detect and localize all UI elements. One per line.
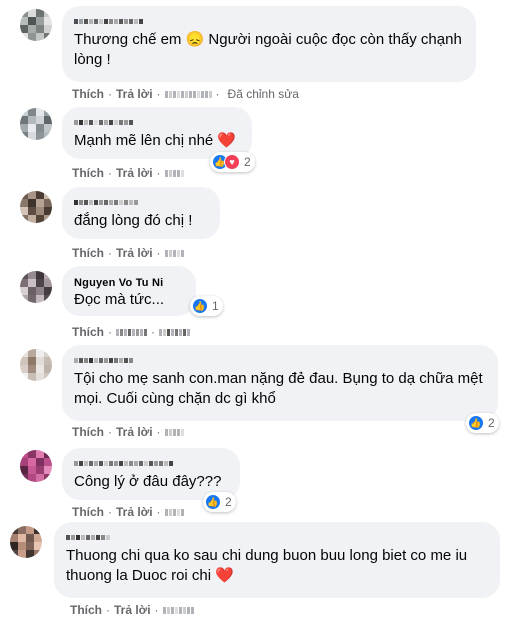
reply-link[interactable]: Trả lời: [116, 166, 153, 180]
comment-author-blurred[interactable]: [74, 455, 228, 469]
comment-text: Công lý ở đâu đây???: [74, 473, 222, 490]
comment-actions: Thích · Trả lời · · Đã chỉnh sửa: [72, 87, 299, 101]
avatar[interactable]: [20, 9, 52, 41]
comment-author-blurred[interactable]: [74, 194, 208, 208]
like-icon: 👍: [205, 494, 221, 510]
timestamp-blurred[interactable]: [164, 170, 184, 178]
like-link[interactable]: Thích: [72, 325, 104, 339]
avatar[interactable]: [20, 271, 52, 303]
reaction-summary[interactable]: 👍 1: [190, 296, 223, 316]
timestamp-blurred[interactable]: [164, 250, 184, 258]
comment-bubble: Thương chế em 😞 Người ngoài cuộc đọc còn…: [62, 6, 476, 82]
heart-emoji: ❤️: [215, 567, 234, 584]
like-icon: 👍: [192, 298, 208, 314]
avatar[interactable]: [20, 450, 52, 482]
love-icon: ♥: [224, 154, 240, 170]
comment-author-blurred[interactable]: [66, 529, 488, 543]
timestamp-blurred[interactable]: [159, 329, 190, 337]
reply-link[interactable]: Trả lời: [116, 505, 153, 519]
comment-bubble: Thuong chi qua ko sau chi dung buon buu …: [54, 522, 500, 598]
reply-link[interactable]: Trả lời: [116, 246, 153, 260]
reaction-count: 2: [225, 495, 232, 509]
timestamp-blurred[interactable]: [162, 607, 194, 615]
like-link[interactable]: Thích: [72, 166, 104, 180]
reply-link[interactable]: Trả lời: [116, 87, 153, 101]
comment-text: Tội cho mẹ sanh con.man nặng đẻ đau. Bụn…: [74, 370, 483, 407]
reply-link[interactable]: Trả lời: [116, 425, 153, 439]
like-link[interactable]: Thích: [70, 603, 102, 617]
like-link[interactable]: Thích: [72, 425, 104, 439]
heart-emoji: ❤️: [217, 132, 237, 149]
comment-text: Mạnh mẽ lên chị nhé ❤️: [74, 132, 237, 149]
like-link[interactable]: Thích: [72, 505, 104, 519]
timestamp-blurred[interactable]: [164, 509, 184, 517]
comment-bubble: Nguyen Vo Tu Ni Đọc mà tức...: [62, 266, 196, 316]
avatar[interactable]: [10, 526, 42, 558]
edited-label[interactable]: Đã chỉnh sửa: [228, 87, 299, 101]
timestamp-blurred[interactable]: [164, 91, 212, 99]
comment-author[interactable]: Nguyen Vo Tu Ni: [74, 273, 184, 289]
comment-author-blurred[interactable]: [74, 114, 240, 128]
comment-text: Thương chế em 😞 Người ngoài cuộc đọc còn…: [74, 31, 462, 68]
reply-blurred[interactable]: [116, 329, 147, 337]
comment-actions: Thích · Trả lời ·: [70, 602, 194, 618]
reaction-count: 1: [212, 299, 219, 313]
like-link[interactable]: Thích: [72, 246, 104, 260]
comment-actions: Thích · ·: [72, 324, 190, 340]
comment-actions: Thích · Trả lời ·: [72, 165, 184, 181]
reaction-count: 2: [244, 155, 251, 169]
like-link[interactable]: Thích: [72, 87, 104, 101]
reaction-summary[interactable]: 👍 ♥ 2: [210, 152, 255, 172]
like-icon: 👍: [468, 415, 484, 431]
comment-author-blurred[interactable]: [74, 13, 464, 27]
reaction-summary[interactable]: 👍 2: [203, 492, 236, 512]
comment-text: Thuong chi qua ko sau chi dung buon buu …: [66, 547, 468, 584]
comment-actions: Thích · Trả lời ·: [72, 245, 184, 261]
comment-actions: Thích · Trả lời ·: [72, 424, 184, 440]
comment-bubble: Tội cho mẹ sanh con.man nặng đẻ đau. Bụn…: [62, 345, 498, 421]
comment-author-blurred[interactable]: [74, 352, 486, 366]
reply-link[interactable]: Trả lời: [114, 603, 151, 617]
timestamp-blurred[interactable]: [164, 429, 184, 437]
comment-actions: Thích · Trả lời ·: [72, 504, 184, 520]
comment-bubble: đắng lòng đó chị !: [62, 187, 220, 239]
reaction-count: 2: [488, 416, 495, 430]
avatar[interactable]: [20, 108, 52, 140]
reaction-summary[interactable]: 👍 2: [466, 413, 499, 433]
comment-text: đắng lòng đó chị !: [74, 212, 193, 229]
avatar[interactable]: [20, 349, 52, 381]
avatar[interactable]: [20, 191, 52, 223]
comment-text: Đọc mà tức...: [74, 291, 165, 308]
